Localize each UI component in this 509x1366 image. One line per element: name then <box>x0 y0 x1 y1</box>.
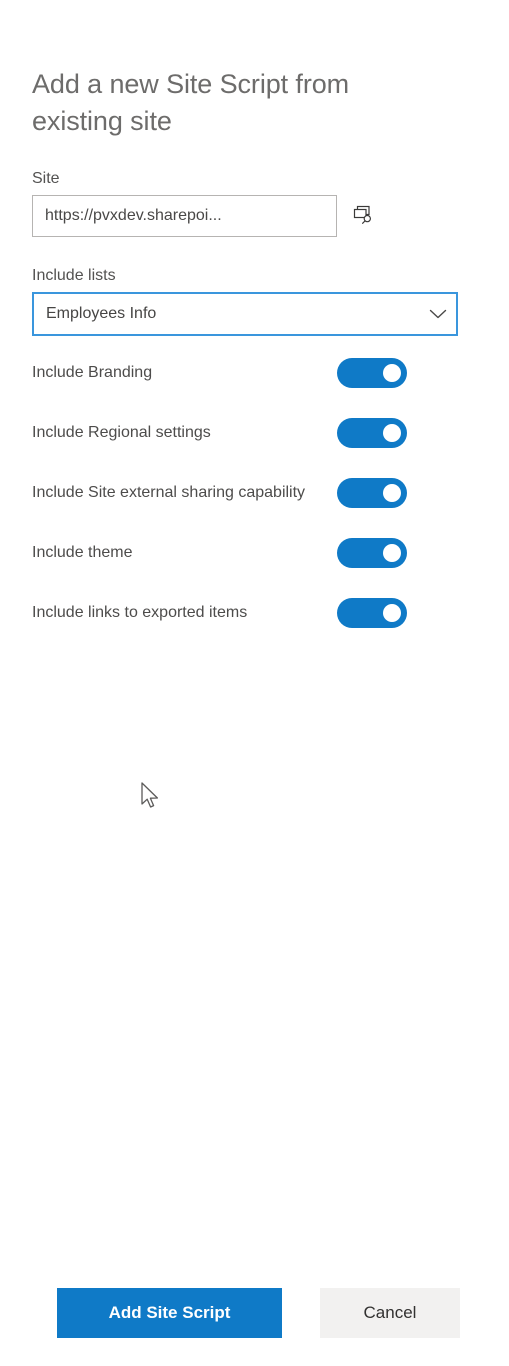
toggle-knob <box>383 424 401 442</box>
toggle-label: Include Site external sharing capability <box>32 484 306 501</box>
site-picker-button[interactable] <box>341 195 385 237</box>
toggle-knob <box>383 544 401 562</box>
site-field-label: Site <box>32 170 60 187</box>
toggle-row-include-regional-settings: Include Regional settings <box>32 418 412 458</box>
site-field-group: Site <box>0 168 509 237</box>
toggle-knob <box>383 604 401 622</box>
cancel-button[interactable]: Cancel <box>320 1288 460 1338</box>
toggle-knob <box>383 364 401 382</box>
include-lists-dropdown[interactable]: Employees Info <box>32 292 458 336</box>
toggle-knob <box>383 484 401 502</box>
toggle-row-include-theme: Include theme <box>32 538 412 578</box>
panel-footer: Add Site Script Cancel <box>0 1260 509 1366</box>
toggle-label: Include theme <box>32 544 133 561</box>
site-input-row <box>32 195 509 237</box>
toggle-include-theme[interactable] <box>337 538 407 568</box>
site-script-form: Site Include lists <box>0 168 509 658</box>
toggle-include-links-to-exported-items[interactable] <box>337 598 407 628</box>
toggle-include-site-external-sharing[interactable] <box>337 478 407 508</box>
toggle-include-branding[interactable] <box>337 358 407 388</box>
toggle-row-include-branding: Include Branding <box>32 358 412 398</box>
site-url-input[interactable] <box>32 195 337 237</box>
add-site-script-panel: Add a new Site Script from existing site… <box>0 0 509 1366</box>
site-picker-search-icon <box>352 204 374 229</box>
include-lists-label: Include lists <box>32 267 116 284</box>
page-title: Add a new Site Script from existing site <box>32 69 350 137</box>
mouse-pointer-icon <box>140 782 162 812</box>
include-lists-field-group: Include lists Employees Info <box>0 265 509 336</box>
chevron-down-icon <box>420 308 456 320</box>
toggle-row-include-site-external-sharing: Include Site external sharing capability <box>32 478 412 518</box>
toggle-label: Include links to exported items <box>32 604 248 621</box>
toggle-include-regional-settings[interactable] <box>337 418 407 448</box>
toggle-label: Include Branding <box>32 364 153 381</box>
toggle-list: Include Branding Include Regional settin… <box>0 358 509 638</box>
toggle-label: Include Regional settings <box>32 424 211 441</box>
add-site-script-button[interactable]: Add Site Script <box>57 1288 282 1338</box>
include-lists-selected-value: Employees Info <box>46 305 157 322</box>
toggle-row-include-links-to-exported-items: Include links to exported items <box>32 598 412 638</box>
